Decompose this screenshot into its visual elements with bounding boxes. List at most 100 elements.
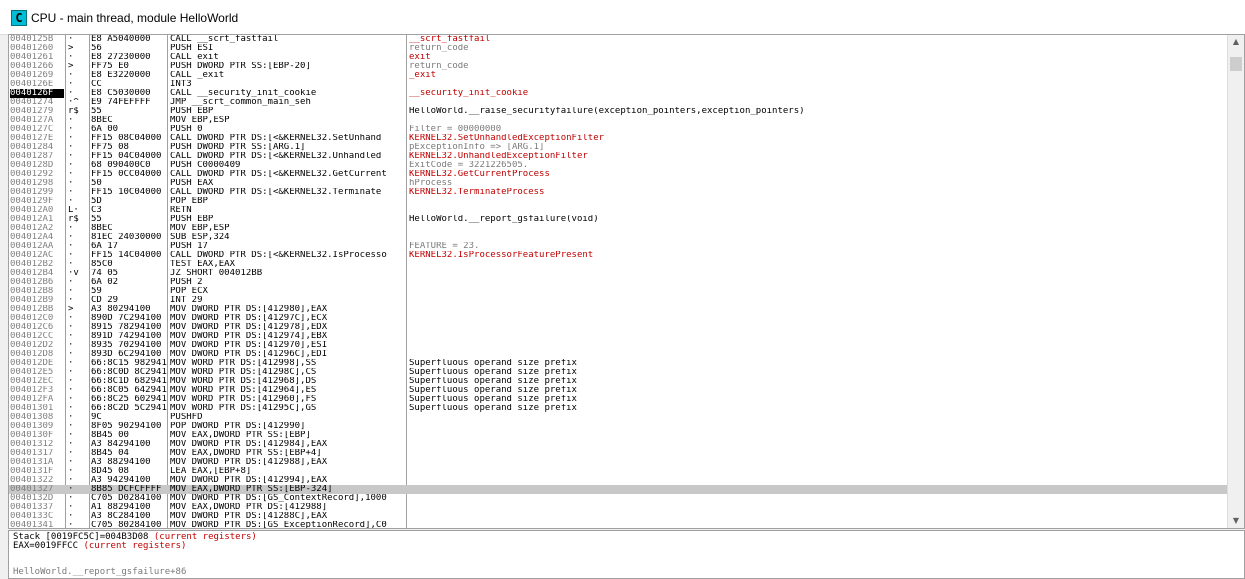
scrollbar-thumb[interactable] xyxy=(1230,57,1242,71)
disasm-row[interactable]: 0040126E · CC INT3 xyxy=(9,80,1229,89)
address-cell: 00401309 xyxy=(10,422,54,431)
disasm-row[interactable]: 0040127C · 6A 00 PUSH 0 Filter = 00000000 xyxy=(9,125,1229,134)
disasm-row[interactable]: 00401269 · E8 E3220000 CALL _exit _exit xyxy=(9,71,1229,80)
instruction-cell: PUSH DWORD PTR SS:[ARG.1] xyxy=(170,143,306,152)
disasm-row[interactable]: 00401341 · C705 80284100 MOV DWORD PTR DS:[… xyxy=(9,521,1229,529)
instruction-cell: MOV WORD PTR DS:[412968],DS xyxy=(170,377,317,386)
disasm-row[interactable]: 0040133C · A3 8C284100 MOV DWORD PTR DS:[41… xyxy=(9,512,1229,521)
comment-cell: Superfluous operand size prefix xyxy=(409,359,577,368)
disasm-row[interactable]: 004012AC · FF15 14C04000 CALL DWORD PTR DS:… xyxy=(9,251,1229,260)
disasm-row[interactable]: 004012DE · 66:8C15 98294100MOV WORD PTR DS… xyxy=(9,359,1229,368)
disasm-row[interactable]: 004012E5 · 66:8C0D 8C294100MOV WORD PTR DS… xyxy=(9,368,1229,377)
instruction-cell: MOV DWORD PTR DS:[GS_ExceptionRecord],C0 xyxy=(170,521,387,529)
instruction-cell: PUSH 0 xyxy=(170,125,203,134)
disasm-row[interactable]: 004012A2 · 8BEC MOV EBP,ESP xyxy=(9,224,1229,233)
disasm-row[interactable]: 0040127A · 8BEC MOV EBP,ESP xyxy=(9,116,1229,125)
disasm-row[interactable]: 00401261 · E8 27230000 CALL exit exit xyxy=(9,53,1229,62)
disasm-row[interactable]: 004012A0 L· C3 RETN xyxy=(9,206,1229,215)
scroll-down-icon[interactable]: ▼ xyxy=(1231,516,1241,526)
disasm-row[interactable]: 0040130F · 8B45 00 MOV EAX,DWORD PTR SS:[EB… xyxy=(9,431,1229,440)
disasm-row[interactable]: 00401279 r$ 55 PUSH EBP HelloWorld.__raise_s… xyxy=(9,107,1229,116)
instruction-cell: PUSH EAX xyxy=(170,179,214,188)
disasm-row[interactable]: 00401274 ·^ E9 74FEFFFF JMP __scrt_common_m… xyxy=(9,98,1229,107)
disasm-row[interactable]: 004012A1 r$ 55 PUSH EBP HelloWorld.__report_… xyxy=(9,215,1229,224)
disasm-row[interactable]: 0040129F · 5D POP EBP xyxy=(9,197,1229,206)
disasm-row[interactable]: 00401337 · A1 88294100 MOV EAX,DWORD PTR DS… xyxy=(9,503,1229,512)
flow-marker: · xyxy=(68,170,74,179)
comment-cell: KERNEL32.TerminateProcess xyxy=(409,188,545,197)
flow-marker: · xyxy=(68,134,74,143)
disasm-row[interactable]: 00401312 · A3 84294100 MOV DWORD PTR DS:[41… xyxy=(9,440,1229,449)
disasm-row[interactable]: 00401299 · FF15 10C04000 CALL DWORD PTR DS:… xyxy=(9,188,1229,197)
disasm-row[interactable]: 004012B9 · CD 29 INT 29 xyxy=(9,296,1229,305)
hex-dump-cell: 56 xyxy=(91,44,102,53)
instruction-cell: CALL DWORD PTR DS:[<&KERNEL32.GetCurrent xyxy=(170,170,387,179)
address-cell: 00401308 xyxy=(10,413,54,422)
flow-marker: · xyxy=(68,161,74,170)
instruction-cell: PUSH ESI xyxy=(170,44,214,53)
disasm-row[interactable]: 004012B4 ·v 74 05 JZ SHORT 004012BB xyxy=(9,269,1229,278)
disasm-row[interactable]: 00401309 · 8F05 90294100 POP DWORD PTR DS:[… xyxy=(9,422,1229,431)
instruction-cell: MOV DWORD PTR DS:[412980],EAX xyxy=(170,305,328,314)
title-bar[interactable]: C CPU - main thread, module HelloWorld xyxy=(0,0,1245,35)
disasm-row[interactable]: 0040125B · E8 A5040000 CALL __scrt_fastfail… xyxy=(9,35,1229,44)
info-pane[interactable]: Stack [0019FC5C]=004B3D08 (current regis… xyxy=(8,530,1245,579)
address-cell: 00401337 xyxy=(10,503,54,512)
disasm-row[interactable]: 00401266 > FF75 E0 PUSH DWORD PTR SS:[EBP-2… xyxy=(9,62,1229,71)
disasm-row[interactable]: 00401317 · 8B45 04 MOV EAX,DWORD PTR SS:[EB… xyxy=(9,449,1229,458)
disasm-row[interactable]: 004012CC · 891D 74294100 MOV DWORD PTR DS:[… xyxy=(9,332,1229,341)
instruction-cell: PUSH EBP xyxy=(170,107,214,116)
instruction-cell: TEST EAX,EAX xyxy=(170,260,236,269)
disasm-row[interactable]: 0040127E · FF15 08C04000 CALL DWORD PTR DS:… xyxy=(9,134,1229,143)
comment-cell: ExitCode = 3221226505. xyxy=(409,161,529,170)
disasm-row[interactable]: 004012D8 · 893D 6C294100 MOV DWORD PTR DS:[… xyxy=(9,350,1229,359)
disasm-row[interactable]: 00401322 · A3 94294100 MOV DWORD PTR DS:[41… xyxy=(9,476,1229,485)
flow-marker: · xyxy=(68,143,74,152)
disasm-row[interactable]: 004012B6 · 6A 02 PUSH 2 xyxy=(9,278,1229,287)
hex-dump-cell: 66:8C2D 5C294100 xyxy=(91,404,167,413)
instruction-cell: INT 29 xyxy=(170,296,203,305)
disasm-row[interactable]: 00401327 · 8B85 DCFCFFFF MOV EAX,DWORD PTR … xyxy=(9,485,1229,494)
flow-marker: · xyxy=(68,152,74,161)
instruction-cell: MOV DWORD PTR DS:[412988],EAX xyxy=(170,458,328,467)
disasm-row[interactable]: 0040126F · E8 C5030000 CALL __security_init… xyxy=(9,89,1229,98)
comment-cell: Filter = 00000000 xyxy=(409,125,502,134)
instruction-cell: MOV DWORD PTR DS:[41288C],EAX xyxy=(170,512,328,521)
disasm-row[interactable]: 0040131A · A3 88294100 MOV DWORD PTR DS:[41… xyxy=(9,458,1229,467)
disasm-row[interactable]: 0040131F · 8D45 08 LEA EAX,[EBP+8] xyxy=(9,467,1229,476)
hex-dump-cell: 66:8C05 64294100 xyxy=(91,386,167,395)
disasm-row[interactable]: 0040128D · 68 090400C0 PUSH C0000409 ExitCod… xyxy=(9,161,1229,170)
comment-cell: __security_init_cookie xyxy=(409,89,529,98)
scroll-up-icon[interactable]: ▲ xyxy=(1231,37,1241,47)
vertical-scrollbar[interactable]: ▲ ▼ xyxy=(1227,35,1244,528)
disasm-row[interactable]: 00401284 · FF75 08 PUSH DWORD PTR SS:[ARG.1… xyxy=(9,143,1229,152)
address-cell: 004012A2 xyxy=(10,224,54,233)
disasm-row[interactable]: 004012A4 · 81EC 24030000 SUB ESP,324 xyxy=(9,233,1229,242)
hex-dump-cell: 66:8C15 98294100 xyxy=(91,359,167,368)
disasm-row[interactable]: 004012F3 · 66:8C05 64294100MOV WORD PTR DS… xyxy=(9,386,1229,395)
disasm-row[interactable]: 00401292 · FF15 0CC04000 CALL DWORD PTR DS:… xyxy=(9,170,1229,179)
hex-dump-cell: 890D 7C294100 xyxy=(91,314,162,323)
disasm-row[interactable]: 00401287 · FF15 04C04000 CALL DWORD PTR DS:… xyxy=(9,152,1229,161)
disasm-row[interactable]: 004012BB > A3 80294100 MOV DWORD PTR DS:[41… xyxy=(9,305,1229,314)
comment-cell: __scrt_fastfail xyxy=(409,35,491,44)
disasm-row[interactable]: 004012D2 · 8935 70294100 MOV DWORD PTR DS:[… xyxy=(9,341,1229,350)
disasm-row[interactable]: 004012B8 · 59 POP ECX xyxy=(9,287,1229,296)
instruction-cell: MOV DWORD PTR DS:[412978],EDX xyxy=(170,323,328,332)
flow-marker: > xyxy=(68,44,74,53)
disasm-row[interactable]: 004012AA · 6A 17 PUSH 17 FEATURE = 23. xyxy=(9,242,1229,251)
disassembly-pane[interactable]: 0040125B · E8 A5040000 CALL __scrt_fastfail… xyxy=(8,34,1245,529)
disasm-row[interactable]: 0040132D · C705 D0284100 MOV DWORD PTR DS:[… xyxy=(9,494,1229,503)
disasm-row[interactable]: 004012C6 · 8915 78294100 MOV DWORD PTR DS:[… xyxy=(9,323,1229,332)
disasm-row[interactable]: 00401298 · 50 PUSH EAX hProcess xyxy=(9,179,1229,188)
instruction-cell: POP EBP xyxy=(170,197,208,206)
disasm-row[interactable]: 004012C0 · 890D 7C294100 MOV DWORD PTR DS:[… xyxy=(9,314,1229,323)
disasm-row[interactable]: 00401308 · 9C PUSHFD xyxy=(9,413,1229,422)
disasm-row[interactable]: 004012B2 · 85C0 TEST EAX,EAX xyxy=(9,260,1229,269)
hex-dump-cell: 8BEC xyxy=(91,224,113,233)
disasm-row[interactable]: 004012EC · 66:8C1D 68294100MOV WORD PTR DS… xyxy=(9,377,1229,386)
disasm-row[interactable]: 004012FA · 66:8C25 60294100MOV WORD PTR DS… xyxy=(9,395,1229,404)
disasm-row[interactable]: 00401301 · 66:8C2D 5C294100MOV WORD PTR DS… xyxy=(9,404,1229,413)
disasm-row[interactable]: 00401260 >56 PUSH ESI return_code xyxy=(9,44,1229,53)
flow-marker: · xyxy=(68,125,74,134)
